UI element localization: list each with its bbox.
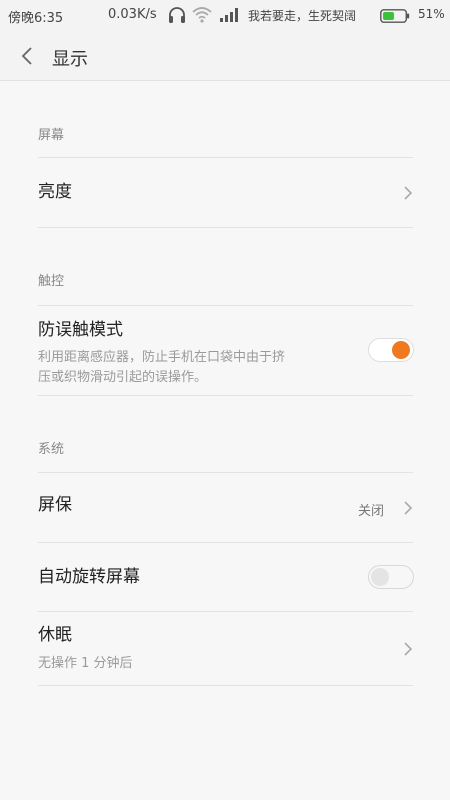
sleep-row[interactable]: 休眠 无操作 1 分钟后 [0, 612, 450, 685]
battery-icon [380, 9, 410, 23]
section-title-screen: 屏幕 [38, 128, 65, 143]
divider [38, 685, 413, 686]
status-time: 傍晚6:35 [8, 11, 64, 26]
screensaver-value: 关闭 [358, 504, 385, 519]
display-settings-screen: 傍晚6:35 0.03K/s 我若要走，生死契阔 51% 显示 屏幕 亮度 触控… [0, 0, 450, 800]
chevron-right-icon [404, 501, 413, 515]
headset-icon [169, 7, 185, 23]
section-title-system: 系统 [38, 442, 65, 457]
brightness-row[interactable]: 亮度 [0, 158, 450, 227]
wifi-icon [192, 7, 212, 23]
anti-mistouch-row[interactable]: 防误触模式 利用距离感应器，防止手机在口袋中由于挤 压或织物滑动引起的误操作。 [0, 306, 450, 395]
auto-rotate-label: 自动旋转屏幕 [38, 567, 140, 587]
battery-percentage: 51% [418, 7, 445, 21]
anti-mistouch-summary-line1: 利用距离感应器，防止手机在口袋中由于挤 [38, 350, 286, 365]
auto-rotate-row[interactable]: 自动旋转屏幕 [0, 543, 450, 611]
chevron-right-icon [404, 186, 413, 200]
toggle-knob [371, 568, 389, 586]
status-bar: 傍晚6:35 0.03K/s 我若要走，生死契阔 51% [0, 0, 450, 32]
anti-mistouch-label: 防误触模式 [38, 320, 123, 340]
divider [38, 395, 413, 396]
brightness-label: 亮度 [38, 182, 72, 202]
auto-rotate-toggle[interactable] [368, 565, 414, 589]
toggle-knob [392, 341, 410, 359]
screensaver-row[interactable]: 屏保 关闭 [0, 473, 450, 542]
anti-mistouch-toggle[interactable] [368, 338, 414, 362]
network-speed: 0.03K/s [108, 7, 157, 22]
section-title-touch: 触控 [38, 274, 65, 289]
carrier-text: 我若要走，生死契阔 [248, 9, 357, 23]
signal-icon [220, 8, 238, 22]
divider [38, 227, 413, 228]
app-header: 显示 [0, 32, 450, 81]
screensaver-label: 屏保 [38, 495, 72, 515]
back-chevron-icon[interactable] [18, 45, 38, 67]
page-title: 显示 [52, 49, 88, 70]
chevron-right-icon [404, 642, 413, 656]
sleep-summary: 无操作 1 分钟后 [38, 656, 133, 671]
anti-mistouch-summary-line2: 压或织物滑动引起的误操作。 [38, 370, 208, 385]
sleep-label: 休眠 [38, 625, 72, 645]
